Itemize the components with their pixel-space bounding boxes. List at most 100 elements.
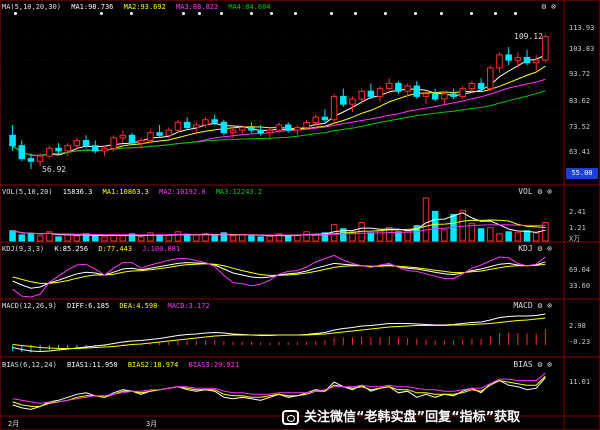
- candle-body: [376, 88, 384, 97]
- candle-body: [165, 129, 173, 136]
- candle-body: [496, 54, 503, 69]
- macd-series: [12, 313, 546, 353]
- month-label: 2月: [8, 420, 20, 428]
- bias1-line: [12, 377, 546, 410]
- volume-bar: [193, 234, 200, 242]
- volume-bar: [266, 235, 274, 242]
- candle-body: [385, 82, 393, 90]
- bias1-value: BIAS1:11.950: [67, 361, 118, 369]
- bias-panel-label: BIAS: [513, 360, 533, 369]
- settings-icon[interactable]: ⚙: [538, 244, 543, 253]
- bias-series: [12, 372, 546, 410]
- candle-body: [248, 127, 255, 131]
- candle-body: [82, 140, 90, 147]
- candle-body: [487, 67, 494, 90]
- macd-legend: MACD(12,26,9) DIFF:6.185 DEA:4.598 MACD:…: [2, 300, 216, 312]
- volume-bar: [395, 231, 402, 242]
- volume-bar: [367, 232, 375, 242]
- candle-body: [330, 95, 338, 121]
- volume-bar: [238, 234, 246, 242]
- volume-bar: [505, 231, 512, 242]
- candle-body: [358, 90, 365, 100]
- candle-body: [294, 127, 301, 131]
- volume-bar: [92, 235, 99, 242]
- kdj-indicator-name: KDJ(9,3,3): [2, 245, 45, 253]
- main-y-tick: 73.52: [569, 123, 591, 131]
- candle-body: [183, 121, 191, 129]
- candle-body: [156, 132, 163, 136]
- candle-body: [303, 121, 310, 129]
- volume-bar: [183, 235, 191, 242]
- close-icon[interactable]: ⊗: [547, 360, 552, 369]
- close-icon[interactable]: ⊗: [551, 2, 556, 11]
- volume-bar: [431, 210, 439, 242]
- macd-diff: DIFF:6.185: [67, 302, 110, 310]
- bias-panel-controls: BIAS ⚙ ⊗: [513, 359, 552, 371]
- candle-body: [238, 127, 246, 131]
- candle-body: [450, 93, 457, 97]
- vol-legend: VOL(5,10,20) 15836.3 MA1:10863.3 MA2:101…: [2, 186, 268, 198]
- settings-icon[interactable]: ⚙: [538, 187, 543, 196]
- candle-body: [514, 57, 522, 61]
- candle-body: [477, 82, 485, 90]
- candle-body: [404, 85, 411, 92]
- candle-body: [229, 129, 237, 134]
- volume-bar: [101, 236, 108, 242]
- volume-bar: [422, 197, 430, 242]
- vol-panel-controls: VOL ⚙ ⊗: [518, 186, 552, 198]
- vol-panel-label: VOL: [518, 187, 533, 196]
- candle-body: [266, 129, 274, 134]
- kdj-y-tick: 33.60: [569, 282, 591, 290]
- close-icon[interactable]: ⊗: [547, 187, 552, 196]
- main-legend: MA(5,10,20,30) MA1:98.736 MA2:93.692 MA3…: [2, 1, 277, 13]
- candle-body: [137, 140, 145, 144]
- vol-y-tick: 1.21: [569, 224, 586, 232]
- high-price-label: 109.12: [514, 32, 543, 41]
- volume-bar: [137, 236, 145, 242]
- kdj-series: [12, 254, 546, 298]
- volume-bar: [220, 232, 228, 242]
- ma2-line: [12, 65, 546, 156]
- candle-body: [367, 90, 375, 97]
- settings-icon[interactable]: ⚙: [538, 301, 543, 310]
- close-icon[interactable]: ⊗: [547, 244, 552, 253]
- candle-body: [193, 124, 200, 129]
- candle-body: [312, 116, 320, 123]
- candle-body: [431, 93, 439, 100]
- volume-bar: [532, 232, 540, 242]
- settings-icon[interactable]: ⚙: [538, 360, 543, 369]
- bias2-line: [12, 375, 546, 407]
- main-y-tick: 113.93: [569, 24, 595, 32]
- candle-body: [349, 98, 356, 105]
- candle-body: [128, 134, 136, 144]
- bias-y-tick: 11.01: [569, 378, 591, 386]
- settings-icon[interactable]: ⚙: [542, 2, 547, 11]
- main-panel-controls: ⚙ ⊗: [542, 1, 556, 13]
- candle-body: [55, 147, 62, 152]
- volume-bar: [229, 235, 237, 242]
- candle-body: [36, 155, 44, 162]
- candle-body: [18, 145, 26, 160]
- candle-body: [147, 132, 154, 141]
- macd-dea: DEA:4.598: [119, 302, 158, 310]
- candle-body: [101, 147, 108, 152]
- wechat-icon: [282, 410, 299, 425]
- volume-bar: [36, 235, 44, 242]
- vol-y-tick: 2.41: [569, 208, 586, 216]
- candle-body: [92, 145, 99, 152]
- vol-value: 15836.3: [62, 188, 93, 196]
- volume-bar: [303, 231, 310, 242]
- kdj-k: K:85.256: [54, 245, 89, 253]
- vol-indicator-name: VOL(5,10,20): [2, 188, 53, 196]
- close-icon[interactable]: ⊗: [547, 301, 552, 310]
- candle-body: [119, 134, 127, 139]
- kdj-d: D:77.443: [98, 245, 133, 253]
- volume-bar: [257, 236, 264, 242]
- volume-bar: [165, 234, 173, 242]
- volume-bar: [27, 233, 35, 242]
- bias3-value: BIAS3:29.921: [188, 361, 240, 369]
- vol-y-unit: X万: [569, 235, 581, 243]
- bias2-value: BIAS2:18.974: [127, 361, 179, 369]
- macd-indicator-name: MACD(12,26,9): [2, 302, 57, 310]
- candle-body: [257, 129, 264, 134]
